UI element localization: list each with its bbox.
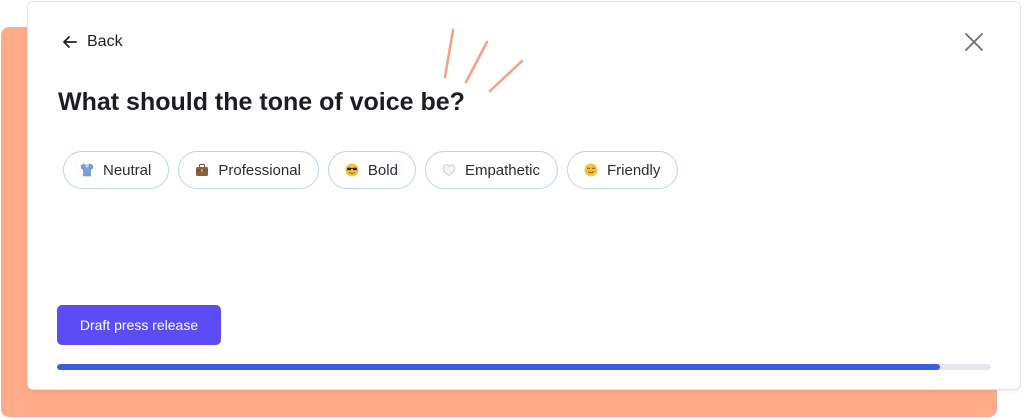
app-stage: Back What should the tone of voice be? N… <box>0 0 1024 419</box>
tone-options: Neutral Professional Bold Empathetic Fri… <box>63 151 679 189</box>
tone-option-professional[interactable]: Professional <box>178 151 319 189</box>
page-title: What should the tone of voice be? <box>58 88 465 116</box>
progress-bar <box>57 364 991 370</box>
tone-option-neutral[interactable]: Neutral <box>63 151 170 189</box>
back-button[interactable]: Back <box>61 30 123 54</box>
tone-option-label: Friendly <box>606 161 661 179</box>
tone-option-bold[interactable]: Bold <box>327 151 416 189</box>
arrow-left-icon <box>61 33 79 51</box>
tone-option-empathetic[interactable]: Empathetic <box>424 151 558 189</box>
tone-option-label: Bold <box>367 161 398 179</box>
tone-option-label: Professional <box>218 161 301 179</box>
shirt-icon <box>80 163 94 177</box>
close-button[interactable] <box>962 30 986 54</box>
tone-option-label: Neutral <box>103 161 152 179</box>
briefcase-icon <box>195 163 209 177</box>
progress-bar-fill <box>57 364 940 370</box>
draft-press-release-button[interactable]: Draft press release <box>57 305 221 345</box>
question-card: Back What should the tone of voice be? N… <box>27 1 1021 390</box>
sparkle-decoration-icon <box>443 28 524 93</box>
close-icon <box>962 30 986 54</box>
white-heart-icon <box>442 163 456 177</box>
tone-option-label: Empathetic <box>464 161 540 179</box>
sunglasses-face-icon <box>345 163 359 177</box>
back-label: Back <box>87 33 123 50</box>
tone-option-friendly[interactable]: Friendly <box>566 151 679 189</box>
smiling-face-icon <box>584 163 598 177</box>
